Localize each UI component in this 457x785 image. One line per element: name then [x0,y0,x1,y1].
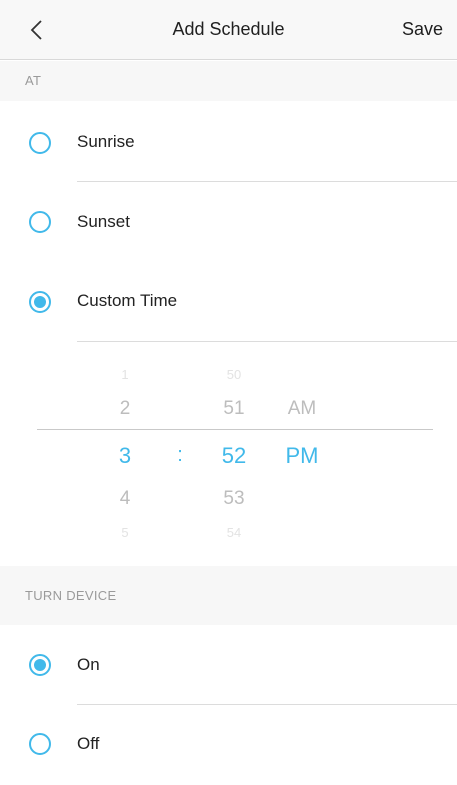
option-label: Custom Time [77,291,178,310]
radio-button[interactable] [29,211,51,233]
picker-hour[interactable]: 2 [95,398,155,420]
time-picker[interactable]: 1 2 3 4 5 : 50 51 52 53 54 AM PM [0,343,457,565]
page-title: Add Schedule [172,19,285,39]
picker-hour[interactable]: 5 [95,525,155,540]
option-label: Sunset [77,212,130,231]
picker-minute[interactable]: 54 [204,525,264,540]
section-header-at: AT [0,61,457,101]
picker-hour[interactable]: 1 [95,367,155,382]
navigation-bar: Add Schedule Save [0,0,457,60]
picker-meridiem[interactable]: AM [272,398,332,420]
option-custom-time[interactable]: Custom Time [0,262,457,342]
picker-minute[interactable]: 53 [204,488,264,510]
option-off[interactable]: Off [0,705,457,785]
radio-button-selected[interactable] [29,291,51,313]
option-sunrise[interactable]: Sunrise [0,102,457,182]
option-label: On [77,655,100,674]
radio-button[interactable] [29,733,51,755]
section-header-label: TURN DEVICE [25,588,117,603]
picker-minute[interactable]: 51 [204,398,264,420]
save-button[interactable]: Save [402,19,443,40]
picker-hour[interactable]: 4 [95,488,155,510]
picker-minute-selected[interactable]: 52 [204,443,264,469]
option-sunset[interactable]: Sunset [0,182,457,262]
option-label: Sunrise [77,132,135,151]
option-on[interactable]: On [0,625,457,705]
picker-selection-line [37,429,433,430]
section-header-turn-device: TURN DEVICE [0,566,457,625]
section-header-label: AT [25,73,42,88]
divider [77,341,457,342]
radio-button-selected[interactable] [29,654,51,676]
picker-separator: : [177,444,183,466]
picker-hour-selected[interactable]: 3 [95,443,155,469]
picker-minute[interactable]: 50 [204,367,264,382]
picker-meridiem-selected[interactable]: PM [272,443,332,469]
radio-button[interactable] [29,132,51,154]
option-label: Off [77,734,100,753]
